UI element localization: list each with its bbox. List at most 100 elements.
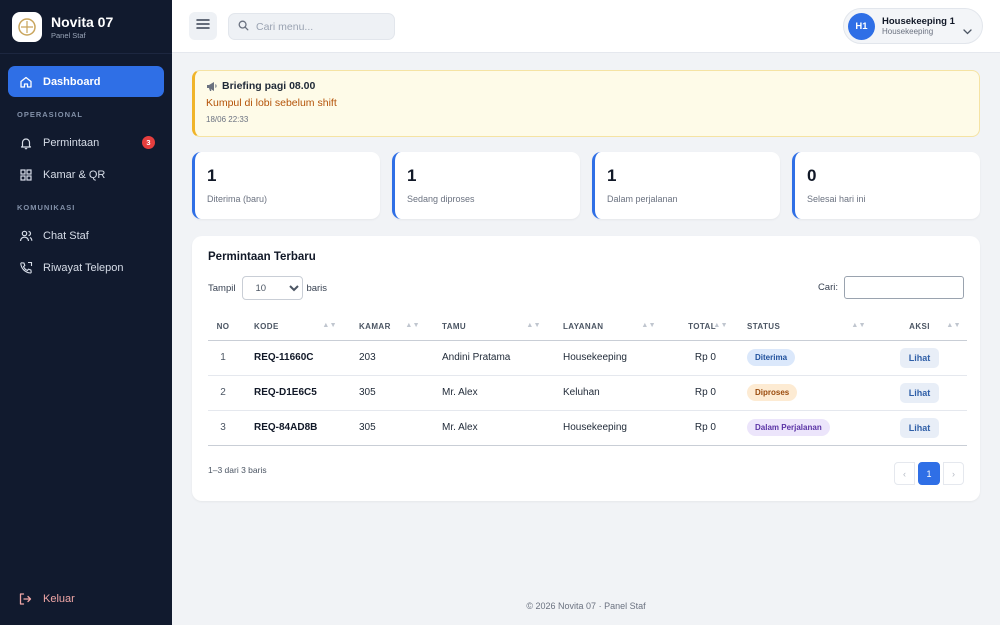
stat-card-selesai: 0 Selesai hari ini — [792, 152, 980, 219]
requests-table: NO KODE ▲▼ KAMAR ▲▼ TAMU ▲▼ LAYANAN ▲▼ TOTAL… — [208, 314, 967, 446]
menu-toggle-button[interactable] — [189, 12, 217, 40]
logout-icon — [18, 591, 34, 607]
sidebar-item-riwayat-telepon[interactable]: Riwayat Telepon — [8, 252, 164, 283]
row-number: 1 — [208, 340, 238, 376]
stat-label: Diterima (baru) — [207, 194, 268, 204]
guest-name: Mr. Alex — [426, 410, 547, 446]
total-amount: Rp 0 — [662, 375, 734, 411]
total-amount: Rp 0 — [662, 340, 734, 376]
room-number: 305 — [343, 375, 426, 411]
view-button[interactable]: Lihat — [899, 347, 940, 368]
avatar: H1 — [848, 12, 875, 40]
stat-card-perjalanan: 1 Dalam perjalanan — [592, 152, 780, 219]
brand-subtitle: Panel Staf — [51, 30, 86, 40]
sidebar-item-label: Chat Staf — [43, 229, 89, 242]
sidebar-item-label: Permintaan — [43, 136, 100, 149]
column-header-layanan[interactable]: LAYANAN ▲▼ — [547, 314, 662, 341]
total-amount: Rp 0 — [662, 410, 734, 446]
column-header-tamu[interactable]: TAMU ▲▼ — [426, 314, 547, 341]
table-search-input[interactable] — [844, 276, 964, 299]
home-icon — [18, 74, 34, 90]
user-role: Housekeeping — [882, 26, 934, 36]
sidebar-nav: Dashboard OPERASIONAL Permintaan 3 Kamar… — [0, 54, 172, 283]
sort-icon: ▲▼ — [322, 322, 337, 329]
search-label: Cari: — [817, 282, 838, 293]
menu-search-input[interactable] — [256, 20, 376, 33]
status-cell: Dalam Perjalanan — [734, 410, 872, 446]
recent-requests-card: Permintaan Terbaru Tampil 10 baris Cari:… — [192, 236, 980, 501]
stat-value: 1 — [207, 166, 217, 185]
announcement-alert: Briefing pagi 08.00 Kumpul di lobi sebel… — [192, 70, 980, 137]
status-badge: Diproses — [747, 384, 798, 401]
brand: Novita 07 Panel Staf — [0, 0, 172, 54]
prev-page-button[interactable]: ‹ — [894, 462, 915, 485]
sort-icon: ▲▼ — [405, 322, 420, 329]
stat-label: Selesai hari ini — [807, 194, 866, 204]
logout-label: Keluar — [43, 593, 75, 605]
user-menu[interactable]: H1 Housekeeping 1 Housekeeping — [843, 8, 983, 44]
table-header-row: NO KODE ▲▼ KAMAR ▲▼ TAMU ▲▼ LAYANAN ▲▼ TOTAL… — [208, 314, 967, 341]
guest-name: Mr. Alex — [426, 375, 547, 411]
stat-value: 1 — [407, 166, 417, 185]
stat-label: Sedang diproses — [407, 194, 475, 204]
next-page-button[interactable]: › — [943, 462, 964, 485]
view-button[interactable]: Lihat — [899, 382, 940, 403]
alert-message: Kumpul di lobi sebelum shift — [206, 97, 337, 109]
request-code: REQ-D1E6C5 — [238, 375, 343, 411]
alert-title: Briefing pagi 08.00 — [222, 80, 316, 92]
table-search: Cari: — [818, 276, 964, 299]
chevron-down-icon — [963, 22, 972, 40]
requests-count-badge: 3 — [142, 136, 155, 149]
column-header-aksi[interactable]: AKSI ▲▼ — [872, 314, 967, 341]
bell-icon — [18, 135, 34, 151]
section-label-komunikasi: KOMUNIKASI — [17, 203, 76, 212]
row-number: 3 — [208, 410, 238, 446]
room-number: 305 — [343, 410, 426, 446]
stat-value: 0 — [807, 166, 817, 185]
row-number: 2 — [208, 375, 238, 411]
view-button[interactable]: Lihat — [899, 417, 940, 438]
brand-logo — [12, 11, 42, 42]
card-title: Permintaan Terbaru — [208, 251, 316, 263]
page-button-current[interactable]: 1 — [918, 462, 940, 485]
service-type: Housekeeping — [547, 340, 662, 376]
stat-card-diproses: 1 Sedang diproses — [392, 152, 580, 219]
sidebar-item-permintaan[interactable]: Permintaan 3 — [8, 127, 164, 158]
stat-value: 1 — [607, 166, 617, 185]
hamburger-icon — [196, 17, 210, 35]
section-label-operasional: OPERASIONAL — [17, 110, 84, 119]
action-cell: Lihat — [872, 410, 967, 446]
alert-time: 18/06 22:33 — [206, 115, 249, 124]
sort-icon: ▲▼ — [526, 322, 541, 329]
sidebar-item-label: Dashboard — [43, 75, 101, 88]
sidebar-item-dashboard[interactable]: Dashboard — [8, 66, 164, 97]
phone-icon — [18, 260, 34, 276]
column-header-kode[interactable]: KODE ▲▼ — [238, 314, 343, 341]
table-info: 1–3 dari 3 baris — [208, 465, 267, 475]
column-header-kamar[interactable]: KAMAR ▲▼ — [343, 314, 426, 341]
table-row: 2 REQ-D1E6C5 305 Mr. Alex Keluhan Rp 0 Diprose… — [208, 375, 967, 411]
grid-icon — [18, 167, 34, 183]
rows-label: baris — [306, 282, 328, 294]
column-header-status[interactable]: STATUS ▲▼ — [734, 314, 872, 341]
column-header-total[interactable]: TOTAL ▲▼ — [662, 314, 734, 341]
service-type: Housekeeping — [547, 410, 662, 446]
page-size-control: Tampil 10 baris — [208, 276, 327, 300]
service-type: Keluhan — [547, 375, 662, 411]
request-code: REQ-84AD8B — [238, 410, 343, 446]
sidebar-item-chat-staf[interactable]: Chat Staf — [8, 220, 164, 251]
status-cell: Diproses — [734, 375, 872, 411]
column-header-no[interactable]: NO — [208, 314, 238, 341]
action-cell: Lihat — [872, 340, 967, 376]
status-badge: Diterima — [747, 349, 796, 366]
sort-icon: ▲▼ — [713, 322, 728, 329]
pagination: ‹ 1 › — [894, 462, 964, 485]
guest-name: Andini Pratama — [426, 340, 547, 376]
sidebar-item-kamar-qr[interactable]: Kamar & QR — [8, 159, 164, 190]
megaphone-icon — [206, 81, 218, 92]
logout-button[interactable]: Keluar — [8, 585, 85, 613]
footer: © 2026 Novita 07 · Panel Staf — [526, 601, 646, 611]
stat-card-diterima: 1 Diterima (baru) — [192, 152, 380, 219]
sidebar-item-label: Kamar & QR — [43, 168, 106, 181]
page-size-select[interactable]: 10 — [242, 276, 304, 300]
